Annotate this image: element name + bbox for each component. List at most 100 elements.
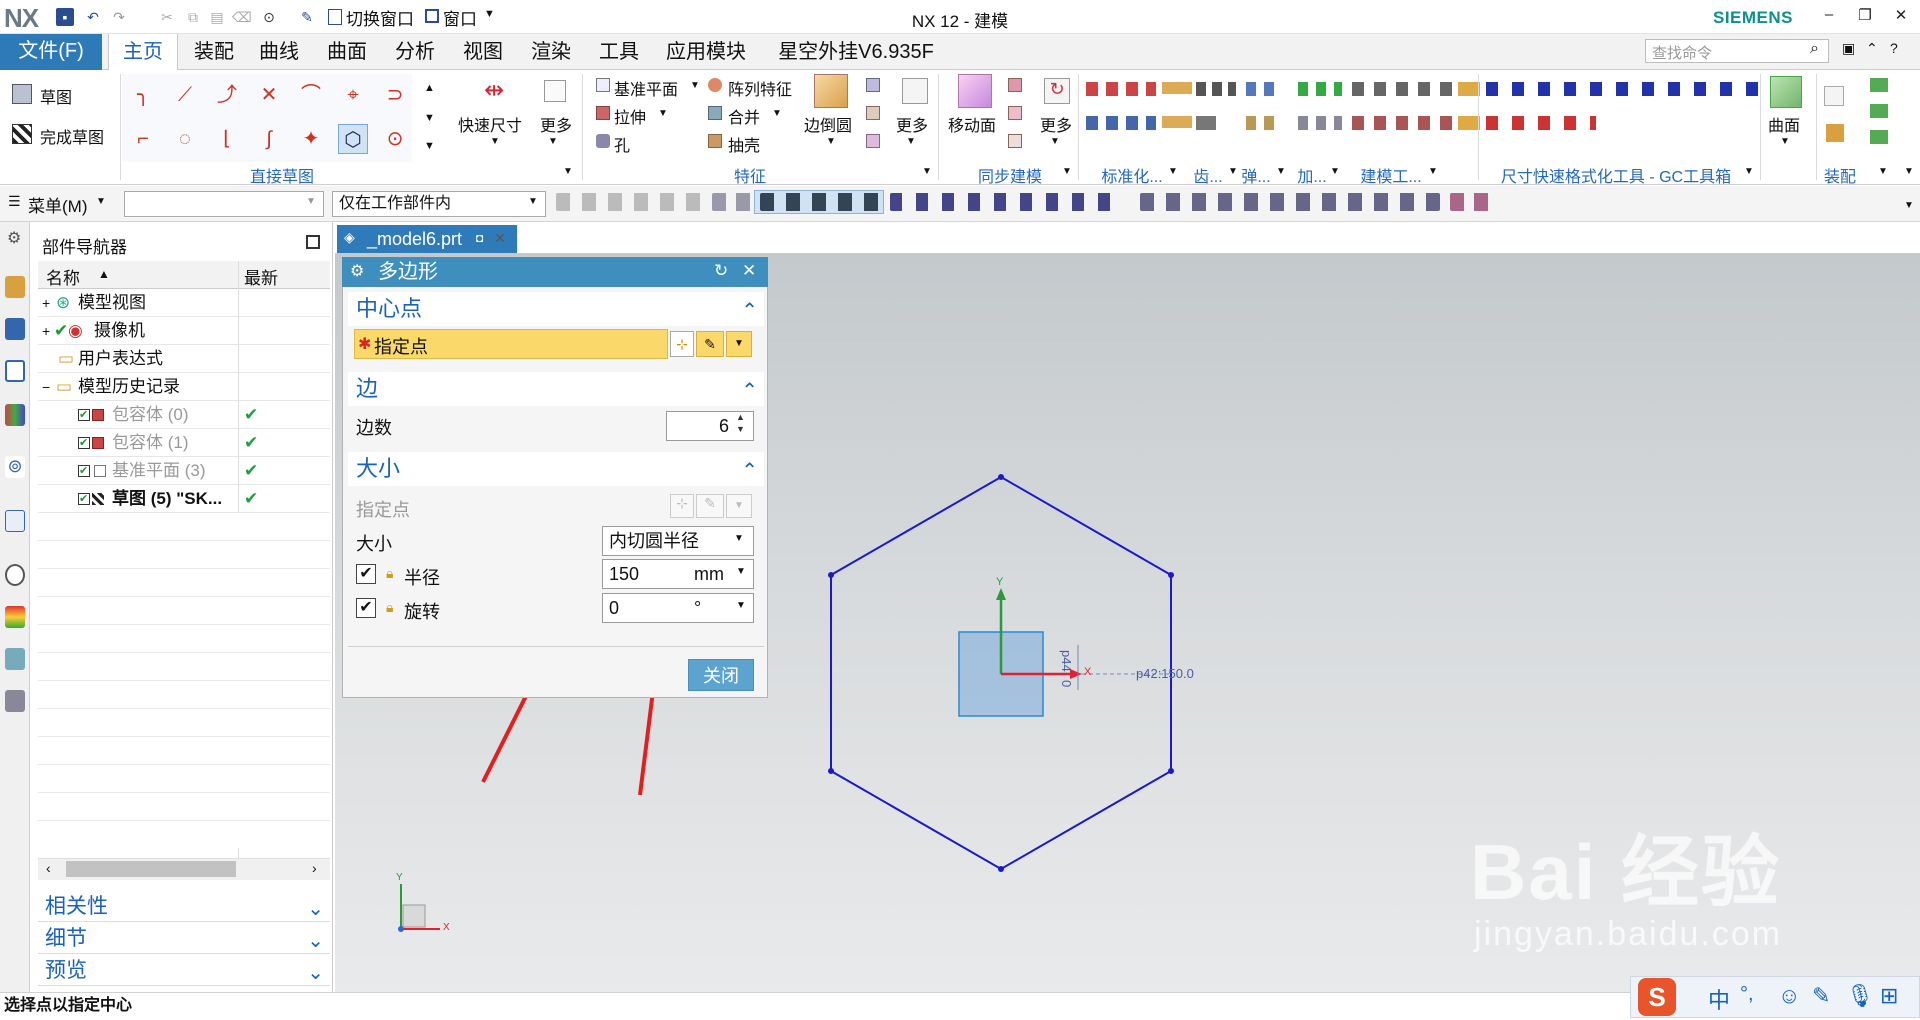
constraint-navigator-icon[interactable]: [5, 318, 25, 340]
selection-scope-dropdown-icon[interactable]: ▼: [528, 196, 538, 207]
snap-point-icons[interactable]: [760, 193, 880, 211]
more-sketch-dropdown-icon[interactable]: ▼: [548, 136, 558, 147]
microphone-icon[interactable]: 🎙︎: [1846, 983, 1874, 1009]
gear-tools-icons-row2[interactable]: [1196, 116, 1216, 130]
trim-icon[interactable]: ✕: [254, 80, 284, 110]
fillet-icon[interactable]: ⌐: [128, 124, 158, 154]
surface-button[interactable]: 曲面: [1768, 112, 1800, 136]
machining-icons-row2[interactable]: [1298, 116, 1342, 130]
datum-dropdown-icon[interactable]: ▼: [690, 80, 700, 91]
scroll-right-icon[interactable]: ›: [312, 860, 317, 876]
cut-icon[interactable]: ✂: [158, 8, 176, 26]
emoji-icon[interactable]: ☺: [1778, 983, 1800, 1009]
menu-dropdown-icon[interactable]: ▼: [96, 196, 106, 207]
window-dropdown-icon[interactable]: ▼: [484, 8, 495, 20]
tab-surface[interactable]: 曲面: [316, 34, 378, 70]
circle-icon[interactable]: ◌: [170, 124, 200, 154]
group-dropdown-icon[interactable]: ▼: [1744, 166, 1754, 177]
tab-analysis[interactable]: 分析: [384, 34, 446, 70]
modeling-tools-icons-row2[interactable]: [1352, 116, 1452, 130]
type-filter-select[interactable]: [124, 191, 324, 217]
repeat-command-icon[interactable]: ⊙: [260, 8, 278, 26]
edge-blend-button[interactable]: 边倒圆: [804, 112, 852, 136]
section-size[interactable]: 大小 ⌃: [348, 452, 764, 486]
feature-small-icon-1[interactable]: [866, 78, 880, 92]
more-sync-button[interactable]: 更多: [1040, 112, 1072, 136]
column-name-header[interactable]: 名称: [46, 264, 80, 289]
maximize-panel-icon[interactable]: [306, 235, 320, 249]
spinner-icon[interactable]: ▲ ▼: [736, 411, 745, 435]
quick-dimension-dropdown-icon[interactable]: ▼: [490, 136, 500, 147]
modeling-tools-icons-row1[interactable]: [1352, 82, 1452, 96]
window-menu[interactable]: 窗口: [443, 5, 477, 30]
gc-dimension-format-icons[interactable]: [1486, 82, 1776, 96]
save-icon[interactable]: ▪: [56, 8, 74, 26]
close-window-icon[interactable]: ✕: [1886, 6, 1916, 28]
part-navigator-icon[interactable]: [5, 360, 25, 382]
gc-small-icons[interactable]: [1458, 82, 1480, 130]
scrollbar-thumb[interactable]: [66, 861, 236, 877]
tree-row[interactable]: ▭ 用户表达式: [38, 345, 330, 373]
dialog-settings-icon[interactable]: ⚙: [350, 261, 364, 281]
rotation-input[interactable]: 0: [602, 593, 754, 623]
assembly-small-icons[interactable]: [1870, 78, 1888, 146]
command-search-input[interactable]: 查找命令: [1645, 39, 1829, 63]
close-tab-icon[interactable]: ✕: [494, 230, 506, 247]
quick-dimension-button[interactable]: 快速尺寸: [458, 112, 522, 136]
ribbon-options-icon[interactable]: ▣: [1842, 40, 1855, 57]
assembly-navigator-icon[interactable]: [5, 276, 25, 298]
ime-toolbox-icon[interactable]: ⊞: [1880, 983, 1898, 1009]
reset-icon[interactable]: ↻: [714, 261, 728, 281]
collapse-ribbon-icon[interactable]: ⌃: [1866, 40, 1878, 57]
tree-row[interactable]: ✔ 包容体 (1) ✔: [38, 429, 330, 457]
roles-icon[interactable]: [5, 690, 25, 712]
tab-home[interactable]: 主页: [108, 34, 178, 71]
spring-icons-row2[interactable]: [1246, 116, 1282, 130]
radius-dropdown-icon[interactable]: ▼: [736, 566, 746, 577]
dimension-label-rotation-value[interactable]: 0: [1059, 680, 1074, 687]
redo-icon[interactable]: ↷: [110, 8, 128, 26]
assembly-icon-1[interactable]: [1824, 86, 1844, 106]
standardize-icons-row2[interactable]: [1086, 116, 1156, 130]
collapse-icon[interactable]: −: [42, 373, 50, 401]
extrude-button[interactable]: 拉伸: [614, 104, 646, 128]
group-dropdown-icon[interactable]: ▼: [922, 166, 932, 177]
resource-settings-icon[interactable]: ⚙: [7, 228, 21, 248]
group-dropdown-icon[interactable]: ▼: [1168, 166, 1178, 177]
process-studio-icon[interactable]: [5, 648, 25, 670]
gallery-down-icon[interactable]: ▼: [424, 112, 435, 124]
tree-row[interactable]: ✔ 草图 (5) "SK... ✔: [38, 485, 330, 513]
document-tab[interactable]: _model6.prt: [337, 225, 517, 253]
point-type-dropdown[interactable]: ▼: [726, 331, 752, 357]
accordion-details[interactable]: 细节 ⌄: [38, 924, 330, 954]
section-edges[interactable]: 边 ⌃: [348, 372, 764, 406]
unite-button[interactable]: 合并: [728, 104, 760, 128]
feature-small-icon-3[interactable]: [866, 134, 880, 148]
group-dropdown-icon[interactable]: ▼: [1878, 166, 1888, 177]
standardize-icons-col[interactable]: [1162, 82, 1192, 130]
dimension-label-rotation[interactable]: p44: [1059, 650, 1074, 672]
make-corner-icon[interactable]: ⌖: [338, 80, 368, 110]
ime-punctuation-toggle[interactable]: °,: [1740, 983, 1754, 1006]
accordion-dependencies[interactable]: 相关性 ⌄: [38, 892, 330, 922]
touch-mode-icon[interactable]: ✎: [298, 8, 316, 26]
more-feature-button[interactable]: 更多: [896, 112, 928, 136]
standardize-icons-row1[interactable]: [1086, 82, 1156, 96]
ime-language-toggle[interactable]: 中: [1708, 983, 1730, 1015]
reuse-library-icon[interactable]: [5, 404, 25, 426]
selection-scope-select[interactable]: 仅在工作部件内: [332, 191, 546, 217]
tree-row[interactable]: + ⊛ 模型视图: [38, 289, 330, 317]
more-sketch-button[interactable]: 更多: [540, 112, 572, 136]
ribbon-more-dropdown-icon[interactable]: ▼: [1904, 166, 1914, 177]
spring-icons-row1[interactable]: [1246, 82, 1282, 96]
delete-icon[interactable]: ⌫: [232, 8, 252, 26]
tree-row[interactable]: ✔ 包容体 (0) ✔: [38, 401, 330, 429]
extrude-dropdown-icon[interactable]: ▼: [658, 108, 668, 119]
radius-checkbox[interactable]: ✔: [356, 564, 376, 584]
restore-icon[interactable]: ❐: [1850, 6, 1880, 28]
move-face-button[interactable]: 移动面: [948, 112, 996, 136]
extend-icon[interactable]: ⌒: [296, 80, 326, 110]
column-latest-header[interactable]: 最新: [244, 264, 278, 289]
tab-applications[interactable]: 应用模块: [656, 34, 756, 70]
arc-icon[interactable]: ⤴: [212, 80, 242, 110]
